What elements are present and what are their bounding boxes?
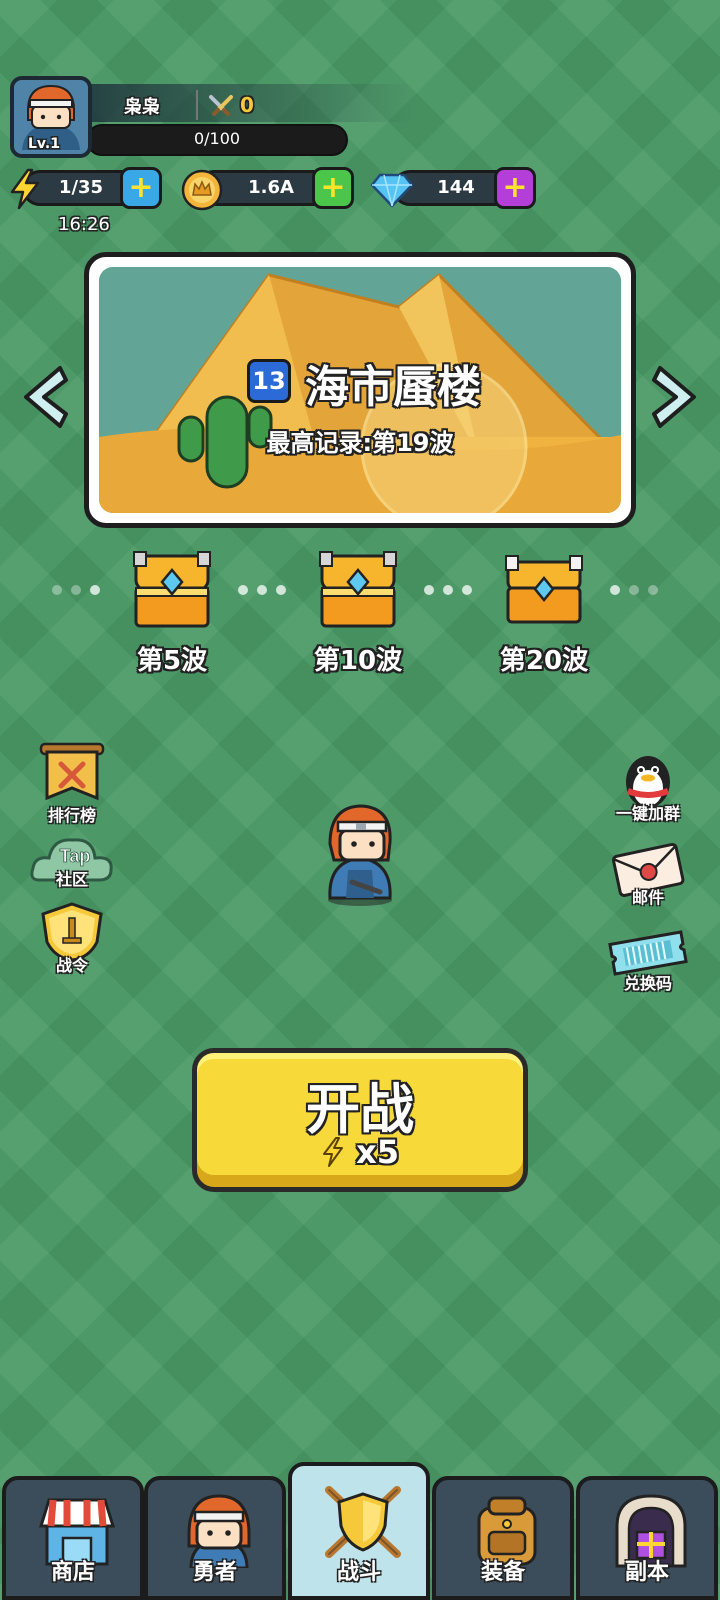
- battle-pass-button[interactable]: 战令: [22, 902, 122, 976]
- redeem-code-label: 兑换码: [623, 974, 672, 993]
- tap-badge: Tap: [60, 846, 91, 866]
- mail-button[interactable]: 邮件: [598, 840, 698, 908]
- nav-tab-hero[interactable]: 勇者: [144, 1476, 286, 1600]
- nav-tab-battle[interactable]: 战斗: [288, 1462, 430, 1600]
- divider: [196, 90, 198, 120]
- previous-stage-arrow-icon[interactable]: [16, 362, 70, 432]
- wave-label: 第5波: [136, 646, 208, 676]
- wave-dots: [52, 585, 100, 595]
- wave-reward-10[interactable]: 第10波: [308, 548, 408, 677]
- crossed-swords-icon: [209, 95, 233, 116]
- nav-tab-dungeon[interactable]: 副本: [576, 1476, 718, 1600]
- stage-number-badge: 13: [247, 359, 291, 403]
- nav-tab-shop[interactable]: 商店: [2, 1476, 144, 1600]
- plus-icon: +: [320, 170, 346, 205]
- nav-label: 装备: [480, 1560, 525, 1585]
- plus-icon: +: [128, 170, 154, 205]
- stage-name: 海市蜃楼: [305, 362, 481, 413]
- community-button[interactable]: Tap 社区: [22, 828, 122, 890]
- treasure-chest-icon: [505, 555, 583, 624]
- wave-label: 第10波: [313, 646, 403, 676]
- stage-artwork: 13 海市蜃楼 最高记录:第19波: [99, 267, 621, 513]
- lightning-icon: [322, 1137, 343, 1167]
- bottom-navigation: 商店 勇者 战斗 装备 副本: [0, 1462, 720, 1600]
- nav-label: 副本: [624, 1560, 669, 1585]
- plus-icon: +: [502, 170, 528, 205]
- wave-dots: [238, 585, 286, 595]
- energy-timer: 16:26: [58, 214, 110, 235]
- nav-label: 战斗: [336, 1560, 381, 1585]
- diamond-value: 144: [437, 177, 475, 198]
- battle-cost-value: x5: [356, 1133, 400, 1171]
- next-stage-arrow-icon[interactable]: [650, 362, 704, 432]
- treasure-chest-icon: [133, 551, 211, 628]
- add-energy-button[interactable]: +: [120, 167, 162, 209]
- gold-coin-icon: [181, 169, 223, 211]
- join-group-label: 一键加群: [615, 804, 680, 823]
- join-group-button[interactable]: 一键加群: [598, 748, 698, 824]
- start-battle-button[interactable]: 开战 x5: [192, 1048, 528, 1192]
- ranking-banner-icon: [39, 742, 105, 801]
- wave-dots: [610, 585, 658, 595]
- add-diamond-button[interactable]: +: [494, 167, 536, 209]
- energy-value: 1/35: [58, 177, 104, 198]
- wave-dots: [424, 585, 472, 595]
- battle-shield-icon: [325, 1486, 401, 1558]
- power-value: 0: [240, 93, 254, 117]
- player-name: 枭枭: [124, 97, 160, 118]
- treasure-chest-icon: [319, 551, 397, 628]
- hero-character: [328, 804, 392, 906]
- player-level: Lv.1: [28, 136, 60, 152]
- nav-tab-equipment[interactable]: 装备: [432, 1476, 574, 1600]
- gold-value: 1.6A: [248, 177, 294, 198]
- wave-label: 第20波: [499, 646, 589, 676]
- lightning-icon: [10, 168, 40, 210]
- nav-label: 商店: [50, 1560, 95, 1585]
- redeem-code-button[interactable]: 兑换码: [598, 926, 698, 994]
- xp-text: 0/100: [193, 129, 241, 148]
- nav-label: 勇者: [192, 1560, 237, 1585]
- ranking-button[interactable]: 排行榜: [22, 742, 122, 826]
- wave-reward-5[interactable]: 第5波: [122, 548, 222, 677]
- stage-card[interactable]: 13 海市蜃楼 最高记录:第19波: [84, 252, 636, 528]
- stage-record: 最高记录:第19波: [266, 429, 454, 457]
- diamond-icon: [370, 173, 414, 208]
- wave-reward-20[interactable]: 第20波: [494, 548, 594, 677]
- battle-cost: x5: [197, 1133, 523, 1171]
- community-label: 社区: [55, 870, 88, 889]
- mail-label: 邮件: [631, 888, 664, 907]
- ranking-label: 排行榜: [47, 806, 96, 825]
- add-gold-button[interactable]: +: [312, 167, 354, 209]
- battle-pass-label: 战令: [55, 956, 88, 975]
